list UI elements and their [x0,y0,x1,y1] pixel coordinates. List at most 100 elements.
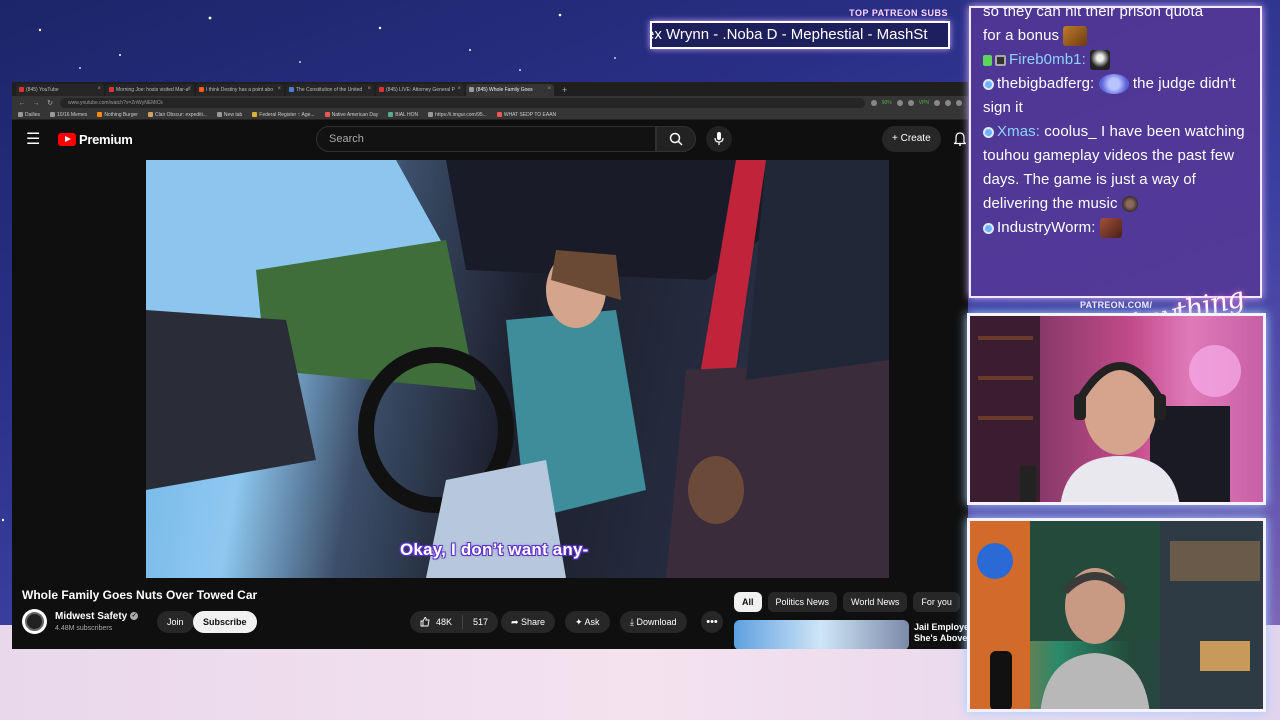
recommended-video-thumbnail[interactable] [734,620,909,649]
new-tab-button[interactable]: + [556,84,573,96]
channel-subscribers: 4.48M subscribers [55,625,113,632]
address-bar: ← → ↻ www.youtube.com/watch?v=ZnWyNEMtCk… [12,96,968,110]
chat-username[interactable]: thebigbadferg: [997,75,1094,92]
close-tab-icon[interactable]: × [97,86,101,92]
like-button[interactable]: 48K [410,615,464,629]
favicon-icon [199,87,204,92]
tab-label: Morning Joe: hosts visited Mar-a- [116,87,190,93]
youtube-logo[interactable]: Premium [58,132,133,147]
extension-icon[interactable] [945,100,951,106]
bookmark-item[interactable]: 10/16 Memes [50,112,87,118]
webcam-host-1-feed [970,316,1241,502]
like-icon [420,617,430,627]
verified-icon: ✓ [130,612,139,621]
browser-tab[interactable]: Morning Joe: hosts visited Mar-a- × [106,84,194,96]
video-player[interactable] [146,160,889,578]
chat-username[interactable]: Xmas: [997,123,1040,140]
share-button[interactable]: ➦ Share [501,611,556,633]
tab-label: (845) YouTube [26,87,59,93]
browser-tab[interactable]: The Constitution of the United × [286,84,374,96]
search-button[interactable] [656,126,696,152]
chip-all[interactable]: All [734,592,762,612]
create-label: Create [900,133,931,144]
close-tab-icon[interactable]: × [367,86,371,92]
chip-politics-news[interactable]: Politics News [767,592,838,612]
close-tab-icon[interactable]: × [547,86,551,92]
extension-icon[interactable] [934,100,940,106]
emote-icon [1098,74,1129,95]
bookmark-label: New tab [223,111,243,118]
recommendation-chips: All Politics News World News For you [734,592,960,612]
bookmark-item[interactable]: Native American Day [324,112,378,118]
patreon-ticker-title: TOP PATREON SUBS [849,8,948,18]
tab-label: I think Destiny has a point abo [206,87,273,93]
bookmark-item[interactable]: Federal Register :: Age... [252,112,315,118]
video-info: Whole Family Goes Nuts Over Towed Car Mi… [12,582,968,649]
extension-icons: 90% VPN [870,100,962,106]
extension-icon[interactable] [870,100,877,106]
browser-tab[interactable]: (845) LIVE: Attorney General P × [376,84,464,96]
download-icon[interactable] [907,100,914,106]
dislike-button[interactable]: 517 [463,617,498,627]
chat-username[interactable]: IndustryWorm: [997,219,1096,236]
chat-message: IndustryWorm: [983,216,1248,240]
forward-icon[interactable]: → [32,100,40,107]
video-title: Whole Family Goes Nuts Over Towed Car [22,588,258,602]
search-input[interactable]: Search [316,126,656,152]
join-button[interactable]: Join [157,611,194,633]
bell-icon[interactable] [954,132,966,146]
back-icon[interactable]: ← [18,100,26,107]
video-frame [146,160,889,578]
bookmark-item[interactable]: Clair Obscur: expediti... [147,112,207,118]
channel-avatar[interactable] [22,609,47,634]
comment-count: 517 [473,617,489,627]
badge-icon [983,222,994,234]
bookmark-item[interactable]: https://i.imgur.com/95... [428,112,487,118]
profile-icon[interactable] [956,100,962,106]
browser-window: (845) YouTube × Morning Joe: hosts visite… [12,82,968,649]
reload-icon[interactable]: ↻ [46,99,54,107]
recommended-video-title[interactable]: Jail Employe She's Above [914,622,968,644]
bookmark-item[interactable]: WHAT SEDP TO EAAN [496,112,556,118]
channel-name[interactable]: Midwest Safety ✓ [55,611,139,622]
youtube-favicon-icon [19,87,24,92]
bookmark-item[interactable]: BlAL HON [388,112,418,118]
chip-for-you[interactable]: For you [913,592,960,612]
close-tab-icon[interactable]: × [457,86,461,92]
chat-username[interactable]: Fireb0mb1: [1009,51,1086,68]
chat-text: for a bonus [983,27,1060,44]
browser-tab[interactable]: (845) YouTube × [16,84,104,96]
download-button[interactable]: ⤓ Download [620,611,687,633]
bookmark-label: https://i.imgur.com/95... [435,111,487,118]
browser-tab[interactable]: I think Destiny has a point abo × [196,84,284,96]
bookmarks-bar: Dailies 10/16 Memes Nothing Burger Clair… [12,110,968,120]
plus-icon: + [892,133,901,144]
hamburger-icon[interactable]: ☰ [26,129,44,149]
vpn-badge[interactable]: VPN [919,100,929,106]
bookmark-label: 10/16 Memes [57,111,88,118]
create-button[interactable]: + Create [882,126,941,152]
chat-message: for a bonus [983,24,1248,48]
ask-button[interactable]: ✦ Ask [565,611,610,633]
share-label: Share [521,617,546,627]
close-tab-icon[interactable]: × [187,86,191,92]
share-icon: ➦ [511,617,522,627]
voice-search-button[interactable] [706,126,732,152]
subscribe-button[interactable]: Subscribe [193,611,257,633]
browser-tab-active[interactable]: (845) Whole Family Goes × [466,84,554,96]
bookmark-item[interactable]: New tab [216,111,243,118]
favicon-icon [324,112,330,117]
ask-icon: ✦ [575,617,585,627]
folder-icon [50,112,56,117]
bookmark-label: Nothing Burger [104,111,138,118]
url-field[interactable]: www.youtube.com/watch?v=ZnWyNEMtCk [60,98,865,108]
tab-strip: (845) YouTube × Morning Joe: hosts visite… [12,82,968,96]
bookmark-item[interactable]: Dailies [18,112,40,118]
bookmark-item[interactable]: Nothing Burger [97,112,138,118]
chip-world-news[interactable]: World News [843,592,908,612]
more-actions-button[interactable]: ••• [701,611,723,633]
zoom-level[interactable]: 90% [882,100,892,106]
channel-logo [25,612,44,631]
close-tab-icon[interactable]: × [277,86,281,92]
star-icon[interactable] [896,100,903,106]
